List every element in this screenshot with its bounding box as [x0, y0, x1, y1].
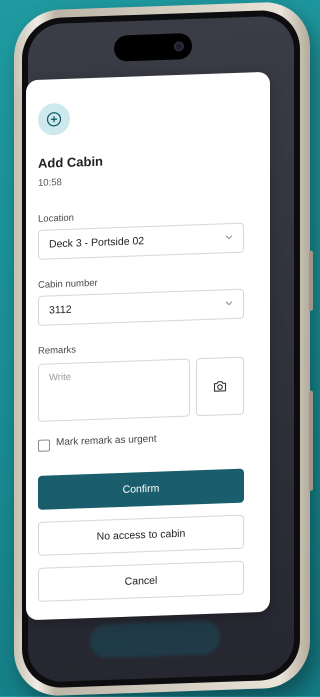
plus-circle-icon: [38, 103, 70, 136]
front-camera-icon: [174, 41, 184, 51]
blurred-background-button: [90, 620, 220, 659]
confirm-button[interactable]: Confirm: [38, 469, 244, 510]
cabin-number-label: Cabin number: [38, 278, 98, 291]
location-label: Location: [38, 213, 74, 225]
remarks-placeholder: Write: [49, 372, 71, 384]
remarks-label: Remarks: [38, 345, 76, 357]
side-button: [309, 391, 313, 491]
chevron-down-icon: [225, 299, 233, 307]
no-access-button[interactable]: No access to cabin: [38, 515, 244, 556]
add-photo-button[interactable]: [196, 357, 244, 417]
dialog-title: Add Cabin: [38, 154, 103, 171]
add-cabin-dialog: Add Cabin 10:58 Location Deck 3 - Portsi…: [26, 72, 270, 621]
remarks-input[interactable]: Write: [38, 359, 190, 422]
side-button: [309, 251, 313, 311]
cabin-number-value: 3112: [49, 304, 72, 317]
cancel-button[interactable]: Cancel: [38, 561, 244, 602]
chevron-down-icon: [225, 233, 233, 241]
location-value: Deck 3 - Portside 02: [49, 235, 144, 250]
urgent-checkbox[interactable]: [38, 439, 50, 451]
cabin-number-select[interactable]: 3112: [38, 289, 244, 326]
dialog-time: 10:58: [38, 177, 62, 189]
dynamic-island: [114, 33, 192, 62]
location-select[interactable]: Deck 3 - Portside 02: [38, 223, 244, 260]
camera-icon: [212, 378, 228, 395]
urgent-checkbox-label[interactable]: Mark remark as urgent: [56, 434, 157, 449]
